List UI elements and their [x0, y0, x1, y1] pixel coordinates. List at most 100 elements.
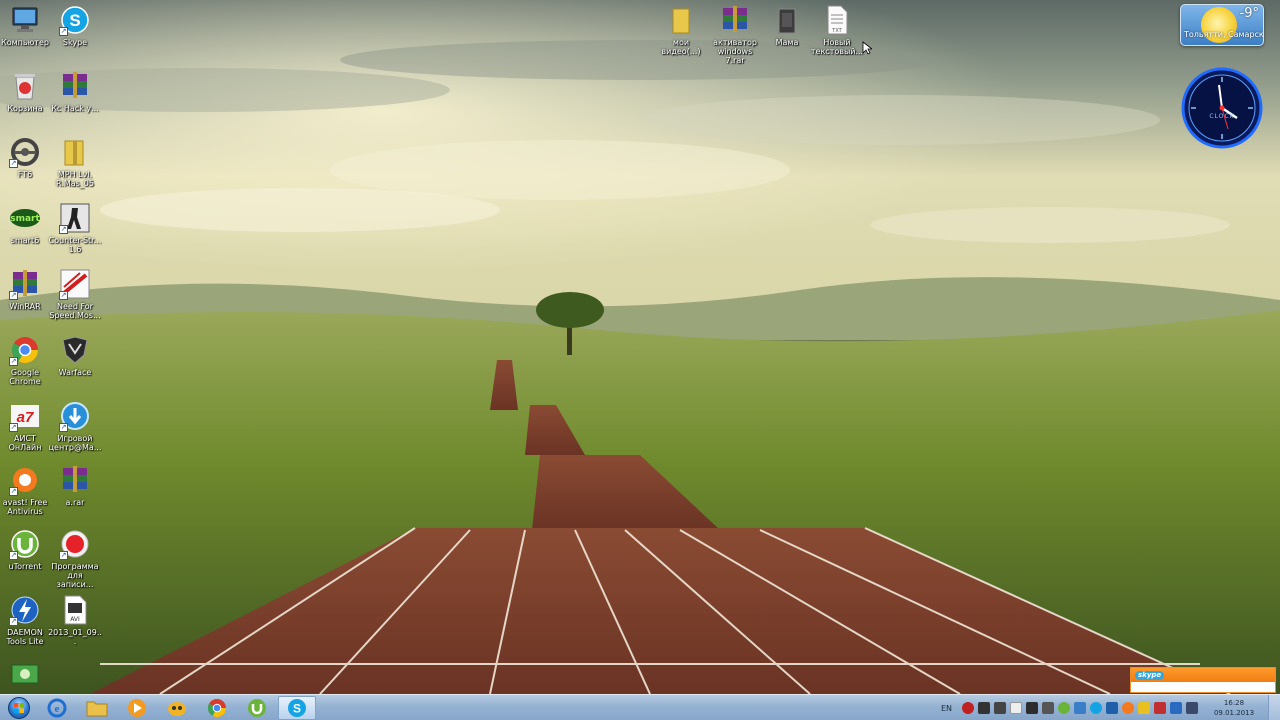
tray-icon-6[interactable]: [1106, 702, 1118, 714]
close-tray-icon[interactable]: [1010, 702, 1022, 714]
desktop-icon-my-videos[interactable]: мои видео(...): [656, 4, 706, 56]
desktop-icon-ks-hack[interactable]: Кс Hack у...: [50, 70, 100, 113]
avast-tray-icon[interactable]: [1122, 702, 1134, 714]
desktop-icon-chrome[interactable]: ↗ Google Chrome: [0, 334, 50, 386]
desktop-wallpaper: [0, 0, 1280, 694]
record-tray-icon[interactable]: [962, 702, 974, 714]
volume-icon[interactable]: [1186, 702, 1198, 714]
tray-icon-1[interactable]: [978, 702, 990, 714]
desktop-icon-counter-strike[interactable]: ↗ Counter-Str... 1.6: [49, 202, 101, 254]
desktop-icon-label: 2013_01_09...: [48, 628, 102, 646]
game-center-icon: ↗: [59, 400, 91, 432]
taskbar-media-player-button[interactable]: [118, 696, 156, 720]
desktop-icon-label: Warface: [58, 368, 92, 377]
utorrent-icon: ↗: [9, 528, 41, 560]
desktop-icon-label: Skype: [62, 38, 88, 47]
taskbar-utorrent-button[interactable]: [238, 696, 276, 720]
skype-icon: S: [288, 698, 306, 717]
nfs-icon: ↗: [59, 268, 91, 300]
tray-icon-7[interactable]: [1138, 702, 1150, 714]
weather-city: Тольятти, Самарск...: [1184, 30, 1264, 39]
taskbar-ie-button[interactable]: e: [38, 696, 76, 720]
desktop-icon-nfs[interactable]: ↗ Need For Speed.Mos...: [49, 268, 101, 320]
explorer-icon: [86, 701, 108, 716]
tray-icon-3[interactable]: [1026, 702, 1038, 714]
desktop-icon-new-text-file[interactable]: TXT Новый текстовый...: [810, 4, 864, 56]
clock-time: 16:28: [1223, 699, 1245, 707]
taskbar-skype-button[interactable]: S: [278, 695, 316, 720]
game-icon: [168, 701, 186, 716]
system-tray: EN 16:28 09.01.2013: [941, 695, 1280, 720]
utorrent-tray-icon[interactable]: [1058, 702, 1070, 714]
skype-notification-popup[interactable]: skype: [1130, 667, 1276, 693]
desktop-icon-money[interactable]: [0, 658, 50, 690]
desktop-icon-smart6[interactable]: smart smart6: [0, 202, 50, 245]
computer-icon: [9, 4, 41, 36]
show-desktop-button[interactable]: [1268, 695, 1280, 720]
smart-logo-icon: smart: [9, 202, 41, 234]
desktop-icon-label: smart6: [10, 236, 40, 245]
taskbar-clock[interactable]: 16:28 09.01.2013: [1204, 698, 1264, 718]
desktop-icon-skype[interactable]: S ↗ Skype: [50, 4, 100, 47]
svg-text:S: S: [293, 701, 301, 715]
desktop-icon-recycle-bin[interactable]: Корзина: [0, 70, 50, 113]
taskbar-chrome-button[interactable]: [198, 696, 236, 720]
desktop-icon-avi-file[interactable]: AVI 2013_01_09...: [48, 594, 102, 646]
taskbar-explorer-button[interactable]: [78, 696, 116, 720]
desktop-icon-label: FT6: [17, 170, 33, 179]
chrome-icon: ↗: [9, 334, 41, 366]
desktop-icon-a-rar[interactable]: a.rar: [50, 464, 100, 507]
taskbar: e S EN 16:28 09.01.2013: [0, 694, 1280, 720]
weather-gadget[interactable]: -9° Тольятти, Самарск...: [1180, 4, 1264, 46]
skype-tray-icon[interactable]: [1090, 702, 1102, 714]
clock-gadget[interactable]: CLOCK: [1181, 67, 1263, 149]
winrar-archive-icon: [719, 4, 751, 36]
weather-temperature: -9°: [1239, 6, 1259, 21]
clock-gadget-label: CLOCK: [1209, 113, 1235, 120]
desktop-icon-label: Google Chrome: [9, 368, 41, 386]
ie-icon: e: [47, 698, 67, 717]
tray-icon-4[interactable]: [1042, 702, 1054, 714]
desktop-icon-warface[interactable]: Warface: [50, 334, 100, 377]
desktop-icon-mph[interactable]: MPH Lvl. R.Mas_05: [50, 136, 100, 188]
money-icon: [9, 658, 41, 690]
desktop-icon-daemon-tools[interactable]: ↗ DAEMON Tools Lite: [0, 594, 50, 646]
desktop-icon-avast[interactable]: ↗ avast! Free Antivirus: [0, 464, 50, 516]
desktop-icon-recorder[interactable]: ↗ Программа для записи...: [50, 528, 100, 589]
desktop-icon-game-center[interactable]: ↗ Игровой центр@Ma...: [49, 400, 101, 452]
folder-icon: [665, 4, 697, 36]
media-player-icon: [128, 698, 146, 717]
desktop-icon-utorrent[interactable]: ↗ uTorrent: [0, 528, 50, 571]
language-indicator[interactable]: EN: [941, 704, 952, 713]
daemon-tools-icon: ↗: [9, 594, 41, 626]
tray-icon-2[interactable]: [994, 702, 1006, 714]
aist-icon: а7 ↗: [9, 400, 41, 432]
desktop-icon-label: Мама: [775, 38, 799, 47]
warface-icon: [59, 334, 91, 366]
tray-icon-5[interactable]: [1074, 702, 1086, 714]
desktop-icon-label: активатор windows 7.rar: [713, 38, 757, 65]
desktop-icon-activator[interactable]: активатор windows 7.rar: [710, 4, 760, 65]
desktop-icon-label: мои видео(...): [661, 38, 701, 56]
taskbar-game-button[interactable]: [158, 696, 196, 720]
text-file-icon: TXT: [821, 4, 853, 36]
desktop-icon-label: DAEMON Tools Lite: [6, 628, 44, 646]
desktop-icon-winrar[interactable]: ↗ WinRAR: [0, 268, 50, 311]
desktop-icon-label: avast! Free Antivirus: [2, 498, 48, 516]
rar-archive-icon: [59, 464, 91, 496]
svg-text:S: S: [69, 11, 80, 30]
desktop-icon-ft6[interactable]: ↗ FT6: [0, 136, 50, 179]
desktop-icon-aist[interactable]: а7 ↗ АИСТ ОнЛайн: [0, 400, 50, 452]
desktop-icon-label: Новый текстовый...: [810, 38, 864, 56]
desktop-icon-mama[interactable]: Мама: [762, 4, 812, 47]
start-button[interactable]: [2, 695, 36, 720]
desktop-icon-label: АИСТ ОнЛайн: [8, 434, 42, 452]
desktop-icon-computer[interactable]: Компьютер: [0, 4, 50, 47]
tray-icon-8[interactable]: [1154, 702, 1166, 714]
desktop-icon-label: Кс Hack у...: [51, 104, 99, 113]
desktop-icon-label: MPH Lvl. R.Mas_05: [56, 170, 94, 188]
network-icon[interactable]: [1170, 702, 1182, 714]
winrar-icon: ↗: [9, 268, 41, 300]
avi-file-icon: AVI: [59, 594, 91, 626]
desktop-icon-label: uTorrent: [8, 562, 42, 571]
